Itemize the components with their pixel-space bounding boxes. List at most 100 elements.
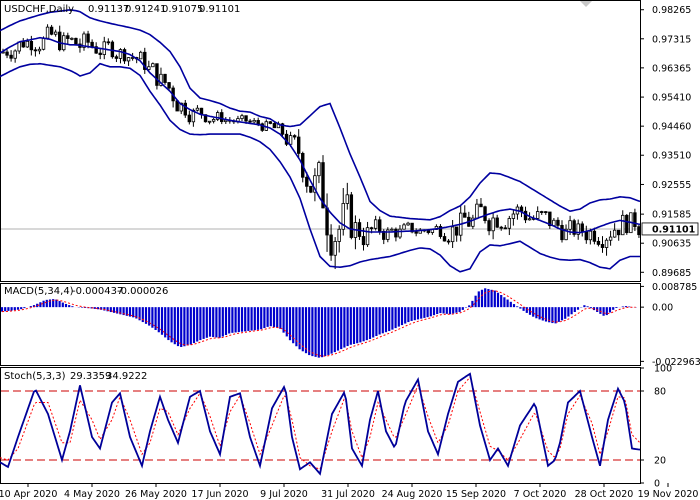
candle-body	[625, 214, 629, 234]
candle-body	[163, 73, 167, 83]
candle-body	[588, 230, 593, 241]
candle-body	[333, 241, 337, 256]
ohlc-high: 0.91241	[125, 4, 166, 15]
candle-body	[365, 227, 370, 246]
candle-body	[268, 121, 273, 124]
candle-body	[612, 229, 617, 238]
candle-body	[511, 213, 516, 219]
candle-body	[167, 82, 171, 89]
candle-body	[195, 107, 200, 111]
candle-body	[592, 230, 597, 242]
price-axis: 0.98265 0.97315 0.96365 0.95410 0.94460 0.935…	[640, 5, 700, 490]
stoch-tick-label: 20	[654, 456, 666, 467]
candle-body	[53, 31, 58, 35]
price-tick-label: 0.92555	[652, 180, 691, 191]
forex-chart: 0.98265 0.97315 0.96365 0.95410 0.94460 0.935…	[0, 0, 700, 500]
candle-body	[337, 228, 341, 242]
stoch-label: Stoch(5,3,3)	[4, 371, 66, 382]
candle-body	[5, 51, 9, 56]
candle-body	[86, 33, 90, 43]
macd-tick-label: 0.00	[652, 303, 673, 314]
time-tick-label: 9 Jul 2020	[260, 489, 308, 500]
candle-body	[544, 211, 548, 214]
symbol-header: USDCHF,Daily	[4, 4, 74, 15]
candle-body	[305, 176, 309, 187]
time-axis: 10 Apr 2020 4 May 2020 26 May 2020 17 Jun 2…	[0, 483, 698, 500]
candle-body	[349, 194, 354, 238]
candle-body	[584, 230, 588, 241]
macd-label: MACD(5,34,4)	[4, 286, 74, 297]
candle-body	[183, 102, 187, 116]
candle-body	[211, 118, 216, 122]
price-tick-label: 0.96365	[652, 63, 691, 74]
candle-body	[139, 51, 143, 60]
current-price-label: 0.91101	[652, 224, 695, 235]
candle-body	[21, 41, 25, 48]
candle-body	[507, 218, 512, 229]
candle-body	[414, 231, 418, 234]
candle-body	[560, 224, 564, 241]
candle-body	[292, 135, 297, 138]
macd-tick-label: 0.008785	[652, 282, 697, 293]
price-tick-label: 0.89685	[652, 268, 691, 279]
candle-body	[325, 207, 329, 236]
time-tick-label: 19 Nov 2020	[638, 489, 699, 500]
candle-body	[29, 40, 34, 51]
candle-body	[369, 227, 374, 230]
ohlc-close: 0.91101	[199, 4, 240, 15]
candle-body	[483, 206, 487, 222]
candle-body	[621, 214, 625, 236]
time-tick-label: 15 Sep 2020	[446, 489, 506, 500]
time-tick-label: 24 Aug 2020	[382, 489, 443, 500]
candle-body	[70, 37, 74, 40]
candle-body	[25, 40, 30, 48]
candle-body	[329, 234, 333, 256]
candle-body	[220, 112, 224, 123]
candle-body	[450, 226, 455, 243]
candle-body	[442, 236, 447, 242]
candle-body	[616, 229, 621, 236]
price-tick-label: 0.91585	[652, 210, 691, 221]
time-tick-label: 31 Jul 2020	[321, 489, 375, 500]
candle-body	[106, 41, 111, 44]
candle-body	[361, 236, 366, 246]
price-tick-label: 0.90635	[652, 239, 691, 250]
candle-body	[499, 226, 503, 229]
candle-body	[454, 226, 459, 236]
stoch-signal-value: 34.9222	[106, 371, 147, 382]
candle-body	[475, 203, 479, 219]
candle-body	[527, 218, 532, 221]
candle-body	[596, 240, 601, 245]
candle-body	[207, 120, 212, 123]
candle-body	[637, 226, 641, 236]
ohlc-open: 0.91137	[88, 4, 129, 15]
time-tick-label: 7 Oct 2020	[514, 489, 567, 500]
candle-body	[240, 115, 244, 119]
candle-body	[580, 223, 584, 232]
candle-body	[49, 26, 54, 35]
candle-body	[540, 211, 544, 213]
candle-body	[13, 50, 17, 59]
candle-body	[608, 236, 613, 241]
candle-body	[600, 244, 605, 248]
candle-body	[296, 136, 301, 154]
candle-body	[390, 228, 394, 231]
candle-body	[98, 52, 102, 55]
price-tick-label: 0.97315	[652, 34, 691, 45]
candle-body	[288, 135, 293, 145]
candle-body	[122, 49, 127, 62]
time-tick-label: 26 May 2020	[125, 489, 187, 500]
candle-body	[248, 120, 252, 123]
candle-body	[633, 212, 637, 228]
candle-body	[487, 220, 491, 232]
time-tick-label: 4 May 2020	[64, 489, 120, 500]
candle-body	[126, 57, 131, 62]
candle-body	[272, 123, 277, 129]
candle-body	[345, 194, 350, 204]
chart-canvas: 0.98265 0.97315 0.96365 0.95410 0.94460 0.935…	[0, 0, 700, 500]
candle-body	[426, 230, 431, 233]
candle-body	[491, 217, 495, 232]
candle-body	[535, 211, 540, 219]
stoch-tick-label: 100	[654, 364, 672, 375]
candle-body	[45, 26, 50, 39]
